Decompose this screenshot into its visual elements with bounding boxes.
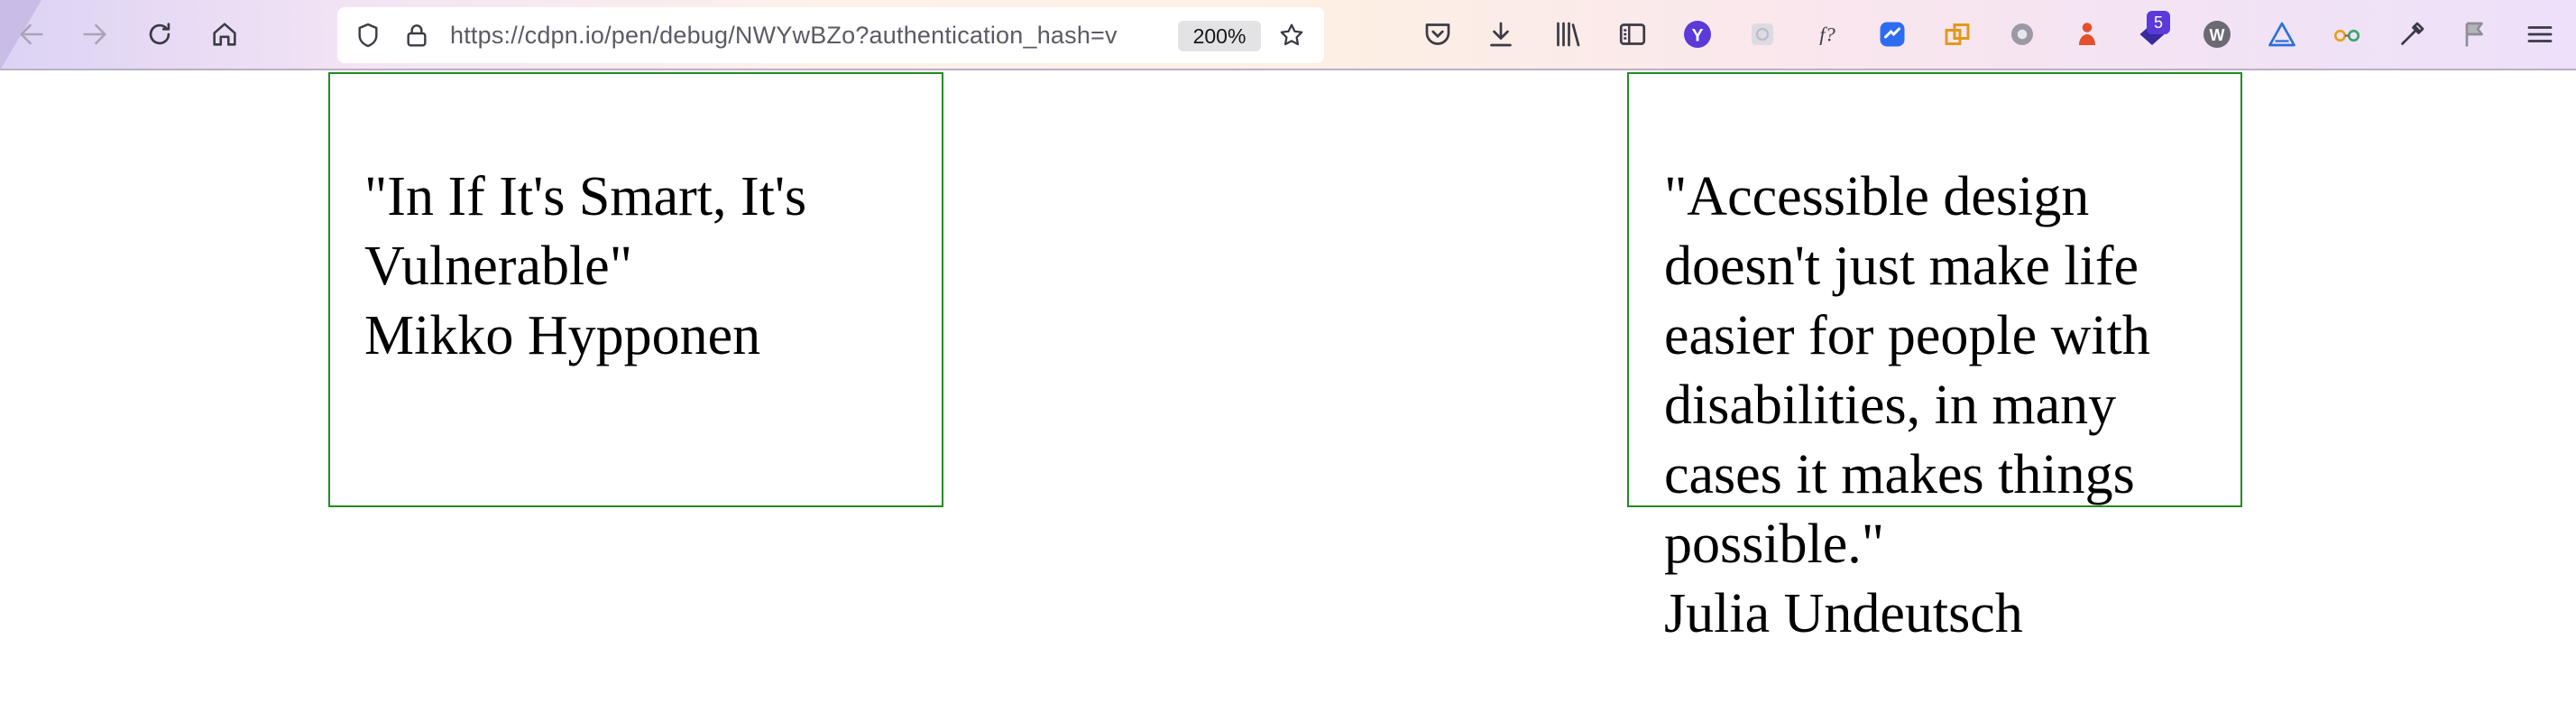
flag-icon[interactable] <box>2456 15 2494 53</box>
quote-text: "In If It's Smart, It's Vulnerable" <box>364 166 807 297</box>
bookmark-star-icon[interactable] <box>1275 19 1308 51</box>
sidebar-icon[interactable] <box>1614 15 1651 53</box>
svg-text:f?: f? <box>1819 23 1835 46</box>
extension-w-icon[interactable]: W <box>2198 15 2236 53</box>
reload-icon <box>149 23 170 45</box>
extension-link-icon[interactable] <box>1873 15 1911 53</box>
lock-icon[interactable] <box>400 19 433 51</box>
extension-windows-icon[interactable] <box>1938 15 1976 53</box>
browser-toolbar: https://cdpn.io/pen/debug/NWYwBZo?authen… <box>0 0 2576 70</box>
extension-triangle-icon[interactable] <box>2263 15 2301 53</box>
shield-icon[interactable] <box>352 19 384 51</box>
forward-button[interactable] <box>74 14 115 55</box>
home-icon <box>213 23 236 46</box>
back-button[interactable] <box>11 14 52 55</box>
gear-icon[interactable] <box>2003 15 2041 53</box>
url-text[interactable]: https://cdpn.io/pen/debug/NWYwBZo?authen… <box>450 22 1501 50</box>
quote-text: "Accessible design doesn't just make lif… <box>1664 166 2150 575</box>
forward-arrow-icon <box>83 23 106 45</box>
download-icon[interactable] <box>1482 15 1520 53</box>
back-arrow-icon <box>20 23 43 45</box>
menu-icon[interactable] <box>2521 15 2559 53</box>
quote-author: Julia Undeutsch <box>1664 583 2023 644</box>
library-icon[interactable] <box>1549 15 1587 53</box>
home-button[interactable] <box>204 14 245 55</box>
url-bar[interactable]: https://cdpn.io/pen/debug/NWYwBZo?authen… <box>337 7 1324 63</box>
url-text-container[interactable]: https://cdpn.io/pen/debug/NWYwBZo?authen… <box>450 22 1501 52</box>
svg-text:W: W <box>2210 26 2225 44</box>
reload-button[interactable] <box>139 14 180 55</box>
extension-y-icon[interactable]: Y <box>1679 15 1716 53</box>
zoom-level-button[interactable]: 200% <box>1178 21 1261 51</box>
extension-badge-count: 5 <box>2147 11 2170 34</box>
quote-author: Mikko Hypponen <box>364 305 761 366</box>
pocket-icon[interactable] <box>1419 15 1457 53</box>
quote-left: "In If It's Smart, It's Vulnerable" Mikk… <box>364 162 906 371</box>
eyedropper-icon[interactable] <box>2393 15 2431 53</box>
extension-grid-icon[interactable] <box>1743 15 1781 53</box>
svg-text:Y: Y <box>1691 26 1703 46</box>
glasses-icon[interactable] <box>2328 15 2366 53</box>
quote-right: "Accessible design doesn't just make lif… <box>1664 162 2187 649</box>
extension-figure-icon[interactable] <box>2068 15 2106 53</box>
fx-icon[interactable]: f? <box>1808 15 1846 53</box>
